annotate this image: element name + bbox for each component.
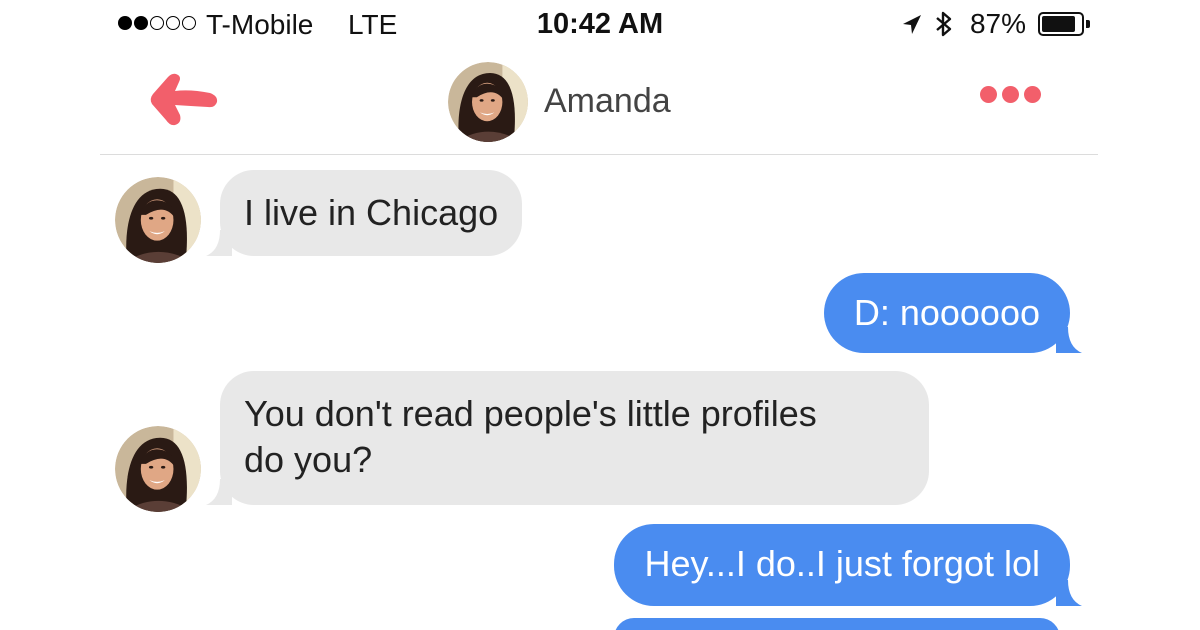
battery-percent: 87%	[969, 8, 1026, 39]
message-bubble-outgoing: Hey...I do..I just forgot lol	[614, 524, 1082, 606]
contact-avatar[interactable]	[448, 62, 528, 142]
contact-name[interactable]: Amanda	[544, 82, 671, 121]
bubble-tail	[1056, 327, 1082, 353]
message-bubble-outgoing-partial	[614, 618, 1060, 630]
status-bar: T-Mobile LTE 10:42 AM 87%	[0, 0, 1200, 50]
back-arrow-icon[interactable]	[148, 70, 220, 128]
bubble-tail	[206, 479, 232, 505]
more-dots-icon[interactable]	[980, 86, 1041, 103]
message-text: Hey...I do..I just forgot lol	[644, 543, 1040, 584]
chat-header: Amanda	[100, 52, 1098, 155]
message-avatar[interactable]	[115, 177, 201, 263]
chat-screen: T-Mobile LTE 10:42 AM 87% Amanda I live …	[0, 0, 1200, 630]
message-text: You don't read people's little profiles …	[244, 393, 817, 480]
status-right-group: 87%	[900, 8, 1090, 40]
bluetooth-icon	[936, 11, 952, 37]
battery-icon	[1038, 12, 1090, 36]
message-text: I live in Chicago	[244, 192, 499, 233]
message-bubble-incoming: I live in Chicago	[206, 170, 523, 256]
bubble-tail	[1056, 580, 1082, 606]
bubble-tail	[206, 230, 232, 256]
message-bubble-incoming: You don't read people's little profiles …	[206, 371, 929, 505]
battery-level-fill	[1042, 16, 1076, 32]
message-avatar[interactable]	[115, 426, 201, 512]
message-bubble-outgoing: D: noooooo	[823, 273, 1082, 353]
location-arrow-icon	[902, 15, 921, 34]
message-text: D: noooooo	[853, 292, 1040, 333]
